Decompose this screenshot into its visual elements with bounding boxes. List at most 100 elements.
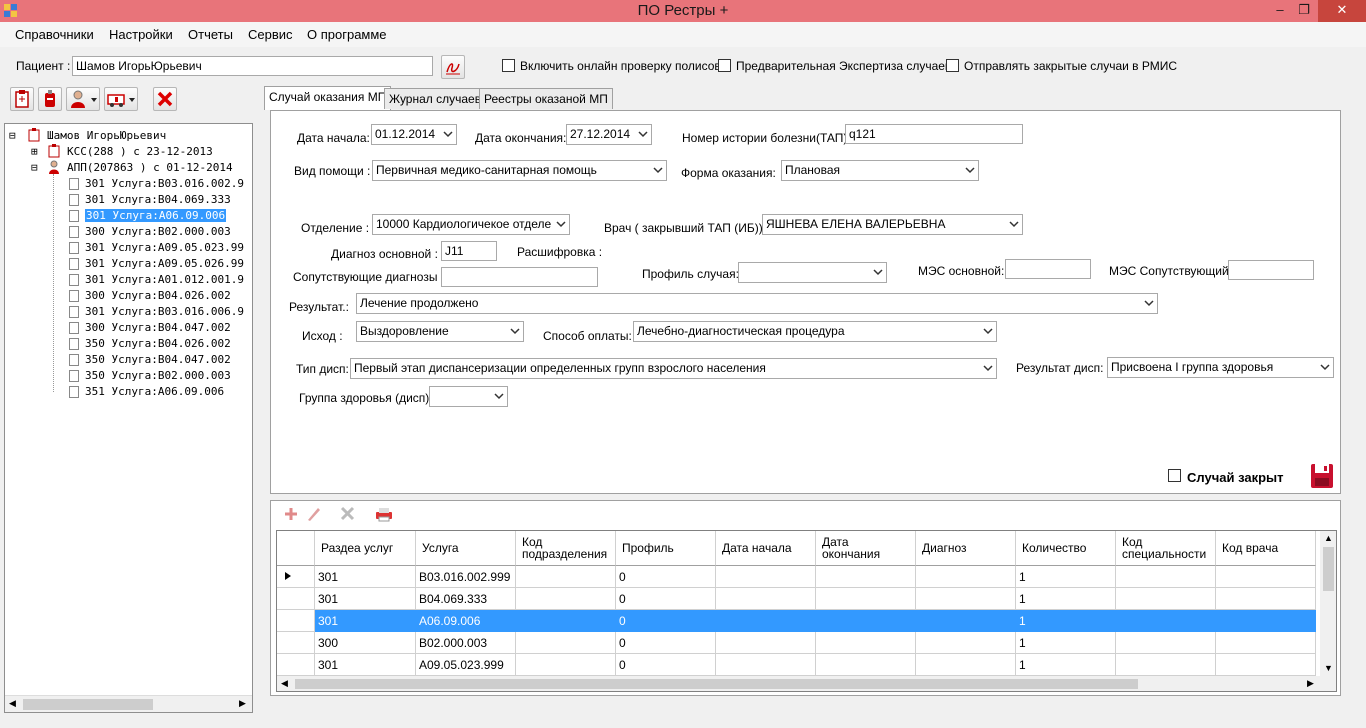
mes-sec-input[interactable] (1228, 260, 1314, 280)
date-end-picker[interactable]: 27.12.2014 (566, 124, 652, 145)
table-cell[interactable]: 0 (616, 566, 716, 588)
scroll-right-icon[interactable]: ▶ (1307, 678, 1314, 689)
table-cell[interactable] (1116, 566, 1216, 588)
tab-journal[interactable]: Журнал случаев (384, 88, 487, 109)
services-grid[interactable]: Раздеа услуг Услуга Код подразделения Пр… (276, 530, 1337, 692)
menu-references[interactable]: Справочники (15, 27, 94, 42)
tree-item[interactable]: 301 Услуга:B03.016.002.9 (85, 177, 244, 190)
patient-input[interactable]: Шамов ИгорьЮрьевич (72, 56, 433, 76)
tree-item[interactable]: 301 Услуга:B04.069.333 (85, 193, 231, 206)
table-cell[interactable]: A06.09.006 (416, 610, 516, 632)
tree-item[interactable]: 350 Услуга:B04.047.002 (85, 353, 231, 366)
table-cell[interactable] (716, 610, 816, 632)
table-cell[interactable] (716, 566, 816, 588)
profile-select[interactable] (738, 262, 887, 283)
table-cell[interactable]: A09.05.023.999 (416, 654, 516, 676)
ambulance-menu-button[interactable] (104, 87, 138, 111)
scroll-down-icon[interactable]: ▼ (1324, 663, 1333, 673)
tree-kss-expander[interactable]: ⊞ (31, 145, 38, 158)
table-cell[interactable] (916, 632, 1016, 654)
close-button[interactable]: ✕ (1318, 0, 1366, 22)
date-start-picker[interactable]: 01.12.2014 (371, 124, 457, 145)
table-cell[interactable]: 0 (616, 610, 716, 632)
column-header[interactable]: Раздеа услуг (315, 531, 416, 566)
grid-vscrollbar[interactable]: ▲ ▼ (1320, 531, 1336, 676)
table-cell[interactable] (1116, 654, 1216, 676)
table-cell[interactable] (516, 654, 616, 676)
tree-item[interactable]: 300 Услуга:B04.026.002 (85, 289, 231, 302)
column-header[interactable]: Код врача (1216, 531, 1316, 566)
table-cell[interactable] (816, 632, 916, 654)
send-closed-checkbox[interactable] (946, 59, 959, 72)
table-cell[interactable] (1216, 632, 1316, 654)
history-input[interactable]: q121 (845, 124, 1023, 144)
table-cell[interactable]: B03.016.002.999 (416, 566, 516, 588)
dept-select[interactable]: 10000 Кардиологичекое отделение (372, 214, 570, 235)
table-cell[interactable] (1216, 566, 1316, 588)
online-check-checkbox[interactable] (502, 59, 515, 72)
grid-vscroll-thumb[interactable] (1323, 547, 1334, 591)
table-cell[interactable]: 1 (1016, 566, 1116, 588)
diag-input[interactable]: J11 (441, 241, 497, 261)
table-cell[interactable]: 301 (315, 610, 416, 632)
pre-expertise-checkbox[interactable] (718, 59, 731, 72)
tree-root[interactable]: Шамов ИгорьЮрьевич (47, 129, 166, 142)
row-header[interactable] (277, 632, 315, 654)
add-case-button[interactable] (10, 87, 34, 111)
tree-item[interactable]: 300 Услуга:B04.047.002 (85, 321, 231, 334)
table-cell[interactable] (516, 566, 616, 588)
table-cell[interactable] (1216, 588, 1316, 610)
menu-reports[interactable]: Отчеты (188, 27, 233, 42)
save-icon[interactable] (1310, 463, 1334, 489)
row-header[interactable] (277, 566, 315, 588)
table-cell[interactable] (916, 566, 1016, 588)
delete-button[interactable] (153, 87, 177, 111)
table-cell[interactable]: 1 (1016, 632, 1116, 654)
tree-item[interactable]: 350 Услуга:B02.000.003 (85, 369, 231, 382)
table-cell[interactable] (716, 654, 816, 676)
tree-item[interactable]: 350 Услуга:B04.026.002 (85, 337, 231, 350)
row-header[interactable] (277, 654, 315, 676)
table-cell[interactable]: 1 (1016, 654, 1116, 676)
column-header[interactable]: Профиль (616, 531, 716, 566)
tree-item[interactable]: 301 Услуга:B03.016.006.9 (85, 305, 244, 318)
mes-main-input[interactable] (1005, 259, 1091, 279)
column-header[interactable]: Услуга (416, 531, 516, 566)
table-cell[interactable] (916, 588, 1016, 610)
tree-hscrollbar[interactable]: ◀ ▶ (5, 695, 252, 712)
column-header[interactable]: Код подразделения (516, 531, 616, 566)
tree-item[interactable]: 301 Услуга:A09.05.023.99 (85, 241, 244, 254)
table-cell[interactable]: 0 (616, 654, 716, 676)
delete-row-icon[interactable] (338, 505, 358, 523)
row-header[interactable] (277, 588, 315, 610)
disp-result-select[interactable]: Присвоена I группа здоровья (1107, 357, 1334, 378)
add-record-button[interactable] (38, 87, 62, 111)
tree-item[interactable]: 301 Услуга:A09.05.026.99 (85, 257, 244, 270)
column-header[interactable]: Дата начала (716, 531, 816, 566)
tree-app-expander[interactable]: ⊟ (31, 161, 38, 174)
table-cell[interactable]: 0 (616, 632, 716, 654)
scroll-left-icon[interactable]: ◀ (9, 698, 16, 709)
doctor-menu-button[interactable] (66, 87, 100, 111)
tree-hscroll-thumb[interactable] (23, 699, 153, 710)
table-cell[interactable] (716, 632, 816, 654)
table-cell[interactable]: 1 (1016, 588, 1116, 610)
table-cell[interactable] (516, 588, 616, 610)
form-type-select[interactable]: Плановая (781, 160, 979, 181)
table-cell[interactable]: B02.000.003 (416, 632, 516, 654)
case-closed-checkbox[interactable] (1168, 469, 1181, 482)
column-header[interactable]: Диагноз (916, 531, 1016, 566)
tree-root-expander[interactable]: ⊟ (9, 129, 16, 142)
grid-hscrollbar[interactable]: ◀ ▶ (277, 676, 1336, 691)
column-header[interactable]: Код специальности (1116, 531, 1216, 566)
table-cell[interactable] (816, 566, 916, 588)
table-cell[interactable]: 301 (315, 566, 416, 588)
table-cell[interactable]: 301 (315, 654, 416, 676)
doctor-select[interactable]: ЯШНЕВА ЕЛЕНА ВАЛЕРЬЕВНА (762, 214, 1023, 235)
edit-icon[interactable] (305, 505, 323, 523)
help-type-select[interactable]: Первичная медико-санитарная помощь (372, 160, 667, 181)
outcome-select[interactable]: Выздоровление (356, 321, 524, 342)
table-cell[interactable]: 300 (315, 632, 416, 654)
print-icon[interactable] (374, 505, 394, 523)
table-cell[interactable] (916, 610, 1016, 632)
